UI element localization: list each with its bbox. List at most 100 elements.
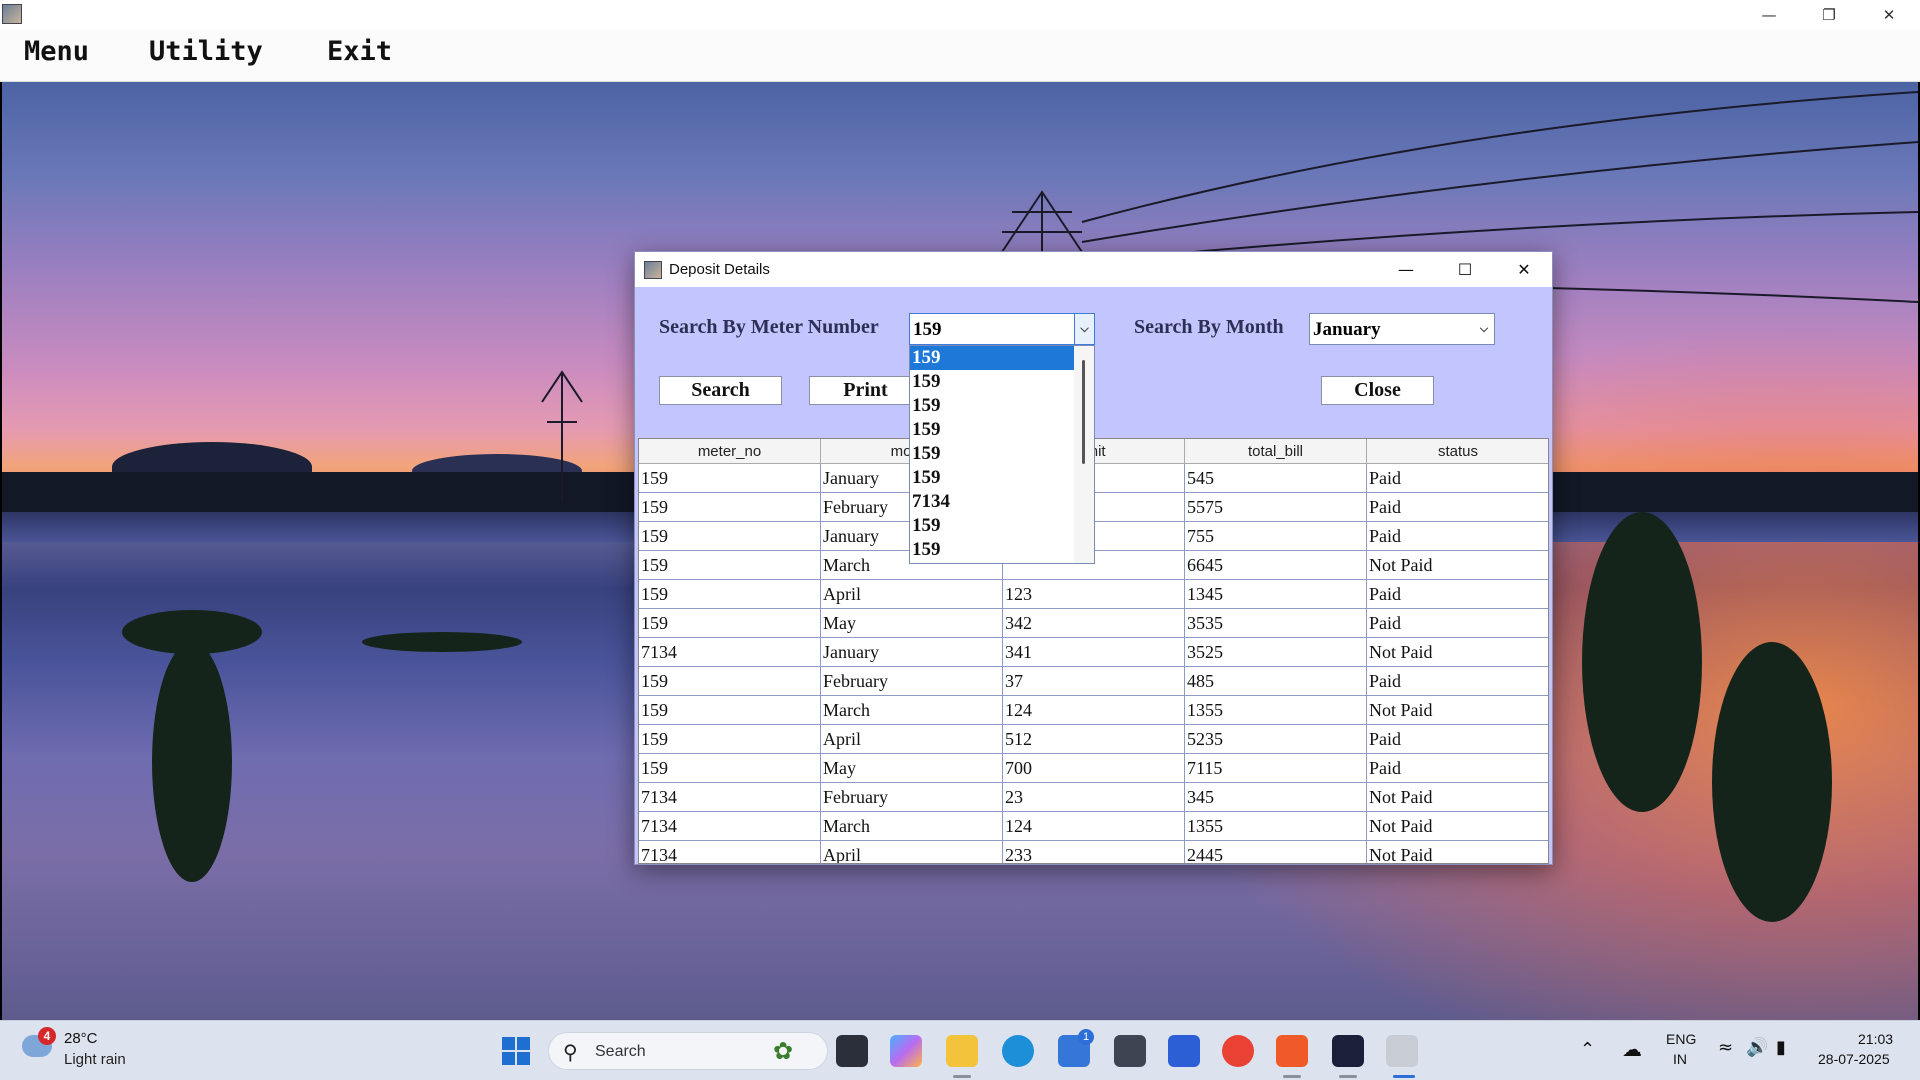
table-row[interactable]: 159 May 700 7115 Paid [639,754,1548,783]
weather-condition[interactable]: Light rain [64,1051,126,1068]
table-cell-total-bill[interactable]: 7115 [1185,754,1367,782]
table-row[interactable]: 7134 April 233 2445 Not Paid [639,841,1548,863]
table-cell-meter-no[interactable]: 159 [639,522,821,550]
table-cell-status[interactable]: Paid [1367,522,1548,550]
battery-icon[interactable]: ▮ [1776,1037,1786,1058]
table-cell-status[interactable]: Paid [1367,725,1548,753]
menu-item-menu[interactable]: Menu [24,36,89,67]
table-cell-meter-no[interactable]: 159 [639,696,821,724]
table-cell-meter-no[interactable]: 159 [639,580,821,608]
dialog-maximize-button[interactable]: ☐ [1436,252,1494,287]
table-cell-unit[interactable]: 124 [1003,696,1185,724]
chevron-down-icon[interactable]: ⌵ [1074,314,1094,344]
intellij-icon[interactable] [1332,1035,1364,1067]
onedrive-cloud-icon[interactable]: ☁ [1622,1037,1642,1061]
minimize-button[interactable]: — [1740,0,1798,30]
table-cell-unit[interactable]: 341 [1003,638,1185,666]
volume-icon[interactable]: 🔊 [1746,1037,1768,1058]
taskbar-search-box[interactable]: ⚲ Search ✿ [548,1032,828,1070]
table-cell-total-bill[interactable]: 2445 [1185,841,1367,863]
table-cell-unit[interactable]: 342 [1003,609,1185,637]
month-select[interactable]: January ⌵ [1309,313,1495,345]
file-explorer-icon[interactable] [946,1035,978,1067]
clock-date[interactable]: 28-07-2025 [1818,1051,1890,1067]
table-row[interactable]: 159 May 342 3535 Paid [639,609,1548,638]
table-cell-month[interactable]: May [821,754,1003,782]
column-header-meter-no[interactable]: meter_no [639,439,821,463]
table-row[interactable]: 7134 February 23 345 Not Paid [639,783,1548,812]
table-cell-meter-no[interactable]: 159 [639,464,821,492]
table-cell-total-bill[interactable]: 755 [1185,522,1367,550]
table-cell-total-bill[interactable]: 3525 [1185,638,1367,666]
table-cell-month[interactable]: March [821,812,1003,840]
table-cell-status[interactable]: Paid [1367,464,1548,492]
clock-time[interactable]: 21:03 [1858,1031,1893,1047]
column-header-total-bill[interactable]: total_bill [1185,439,1367,463]
table-cell-status[interactable]: Paid [1367,667,1548,695]
table-cell-meter-no[interactable]: 159 [639,754,821,782]
table-cell-month[interactable]: April [821,725,1003,753]
table-row[interactable]: 159 February 37 485 Paid [639,667,1548,696]
table-cell-status[interactable]: Paid [1367,580,1548,608]
dropdown-option[interactable]: 159 [910,538,1074,562]
wifi-icon[interactable]: ≈ [1718,1037,1733,1058]
table-cell-month[interactable]: April [821,580,1003,608]
table-cell-meter-no[interactable]: 159 [639,609,821,637]
task-view-icon[interactable] [836,1035,868,1067]
dropdown-option[interactable]: 7134 [910,490,1074,514]
print-button[interactable]: Print [809,376,922,405]
brave-browser-icon[interactable] [1276,1035,1308,1067]
dropdown-option[interactable]: 159 [910,514,1074,538]
close-window-button[interactable]: ✕ [1860,0,1918,30]
language-indicator[interactable]: ENG [1666,1031,1696,1047]
table-cell-total-bill[interactable]: 485 [1185,667,1367,695]
meter-number-dropdown-list[interactable]: 159 159 159 159 159 159 7134 159 159 [909,345,1095,564]
table-row[interactable]: 159 April 512 5235 Paid [639,725,1548,754]
chevron-down-icon[interactable]: ⌵ [1474,314,1494,344]
edge-browser-icon[interactable] [1002,1035,1034,1067]
windows-start-icon[interactable] [500,1035,532,1067]
table-cell-total-bill[interactable]: 1355 [1185,696,1367,724]
table-cell-month[interactable]: May [821,609,1003,637]
table-cell-status[interactable]: Not Paid [1367,551,1548,579]
scrollbar-thumb[interactable] [1082,360,1085,464]
table-cell-month[interactable]: January [821,638,1003,666]
table-cell-unit[interactable]: 700 [1003,754,1185,782]
table-cell-total-bill[interactable]: 1355 [1185,812,1367,840]
search-button[interactable]: Search [659,376,782,405]
dropdown-option[interactable]: 159 [910,394,1074,418]
dialog-close-button[interactable]: ✕ [1495,252,1553,287]
weather-temperature[interactable]: 28°C [64,1030,98,1047]
java-app-icon[interactable] [1386,1035,1418,1067]
region-indicator[interactable]: IN [1673,1051,1687,1067]
table-cell-unit[interactable]: 124 [1003,812,1185,840]
menu-item-utility[interactable]: Utility [149,36,263,67]
table-cell-meter-no[interactable]: 159 [639,725,821,753]
table-cell-status[interactable]: Not Paid [1367,638,1548,666]
dropdown-option[interactable]: 159 [910,442,1074,466]
table-row[interactable]: 7134 January 341 3525 Not Paid [639,638,1548,667]
table-cell-unit[interactable]: 123 [1003,580,1185,608]
table-row[interactable]: 7134 March 124 1355 Not Paid [639,812,1548,841]
table-cell-status[interactable]: Not Paid [1367,841,1548,863]
table-cell-unit[interactable]: 512 [1003,725,1185,753]
table-cell-month[interactable]: March [821,696,1003,724]
table-cell-meter-no[interactable]: 7134 [639,783,821,811]
table-cell-status[interactable]: Not Paid [1367,696,1548,724]
table-row[interactable]: 159 April 123 1345 Paid [639,580,1548,609]
dropdown-scrollbar[interactable] [1074,346,1094,563]
table-cell-status[interactable]: Not Paid [1367,783,1548,811]
table-cell-total-bill[interactable]: 3535 [1185,609,1367,637]
dialog-minimize-button[interactable]: — [1377,252,1435,287]
table-cell-meter-no[interactable]: 7134 [639,638,821,666]
restore-button[interactable]: ❐ [1800,0,1858,30]
table-cell-total-bill[interactable]: 6645 [1185,551,1367,579]
table-cell-month[interactable]: April [821,841,1003,863]
copilot-icon[interactable] [890,1035,922,1067]
dropdown-option[interactable]: 159 [910,370,1074,394]
column-header-status[interactable]: status [1367,439,1548,463]
table-cell-meter-no[interactable]: 7134 [639,841,821,863]
table-cell-total-bill[interactable]: 5575 [1185,493,1367,521]
table-cell-unit[interactable]: 233 [1003,841,1185,863]
table-cell-status[interactable]: Paid [1367,609,1548,637]
